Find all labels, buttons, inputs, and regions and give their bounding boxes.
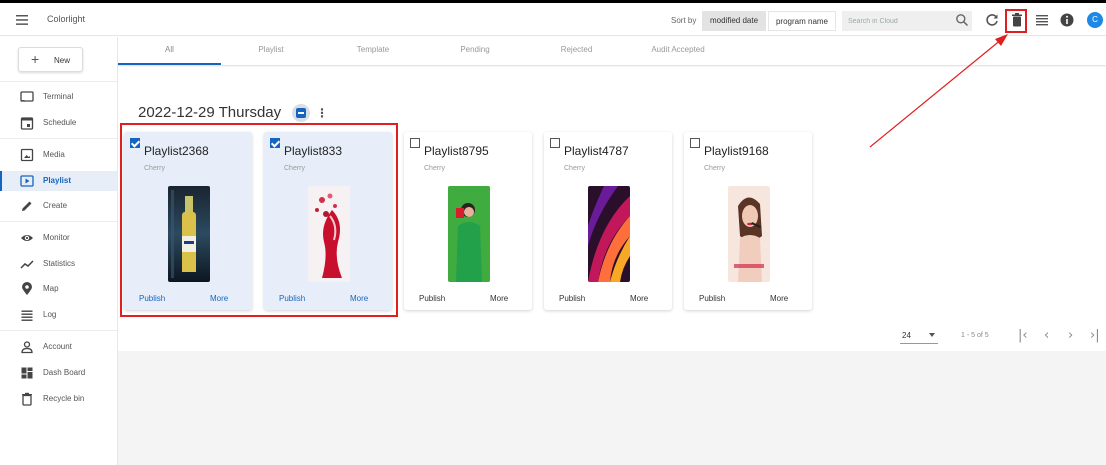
media-icon: [20, 148, 34, 162]
sidebar-item-label: Playlist: [43, 176, 72, 185]
user-avatar[interactable]: C: [1087, 12, 1103, 28]
sidebar-item-statistics[interactable]: Statistics: [0, 254, 117, 274]
sidebar: + New Terminal Schedule Media Playlist C…: [0, 37, 118, 465]
sidebar-item-label: Statistics: [43, 259, 76, 268]
select-group-toggle[interactable]: [292, 104, 310, 122]
nav-divider: [0, 330, 117, 331]
recycle-bin-icon: [22, 392, 32, 406]
card-checkbox[interactable]: [410, 138, 420, 148]
nav-divider: [0, 81, 117, 82]
top-border: [0, 0, 1106, 3]
page-size-select[interactable]: 24: [902, 331, 911, 340]
card-title: Playlist9168: [704, 144, 769, 158]
more-button[interactable]: More: [630, 294, 648, 303]
sort-program-name-button[interactable]: program name: [768, 11, 836, 31]
tab-playlist[interactable]: Playlist: [221, 37, 321, 66]
sidebar-item-terminal[interactable]: Terminal: [0, 87, 117, 107]
sidebar-item-label: Create: [43, 201, 68, 210]
sidebar-item-label: Recycle bin: [43, 394, 85, 403]
playlist-card[interactable]: Playlist9168 Cherry Publish More: [684, 132, 812, 310]
annotation-arrow: [869, 34, 1008, 148]
sidebar-item-label: Dash Board: [43, 368, 86, 377]
pagination: 24 1 - 5 of 5 |‹ ‹ › ›|: [118, 321, 1106, 351]
sidebar-item-label: Schedule: [43, 118, 77, 127]
sidebar-item-map[interactable]: Map: [0, 279, 117, 299]
card-owner: Cherry: [424, 165, 446, 172]
page-range-label: 1 - 5 of 5: [961, 332, 989, 339]
active-tab-indicator: [118, 63, 221, 65]
new-button-label: New: [54, 56, 71, 65]
card-thumbnail: [448, 186, 490, 282]
card-thumbnail: [588, 186, 630, 282]
previous-page-icon[interactable]: ‹: [1044, 328, 1049, 343]
sort-label: Sort by: [671, 16, 697, 25]
card-owner: Cherry: [704, 165, 726, 172]
account-icon: [21, 341, 33, 354]
log-icon: [21, 310, 33, 321]
schedule-icon: [20, 117, 34, 130]
plus-icon: +: [31, 51, 40, 67]
list-view-icon[interactable]: [1034, 12, 1050, 28]
more-vert-icon[interactable]: ⋮: [316, 106, 328, 120]
sidebar-item-label: Monitor: [43, 233, 70, 242]
first-page-icon[interactable]: |‹: [1018, 328, 1028, 343]
nav-divider: [0, 221, 117, 222]
map-pin-icon: [22, 282, 32, 295]
playlist-card[interactable]: Playlist8795 Cherry Publish More: [404, 132, 532, 310]
tab-rejected[interactable]: Rejected: [525, 37, 628, 66]
card-title: Playlist8795: [424, 144, 489, 158]
page-size-underline: [900, 343, 938, 344]
sidebar-item-label: Account: [43, 342, 72, 351]
pencil-icon: [22, 201, 32, 211]
dashboard-icon: [21, 367, 33, 379]
sidebar-item-dashboard[interactable]: Dash Board: [0, 363, 117, 383]
next-page-icon[interactable]: ›: [1068, 328, 1073, 343]
card-owner: Cherry: [564, 165, 586, 172]
publish-button[interactable]: Publish: [699, 294, 725, 303]
sidebar-item-recycle-bin[interactable]: Recycle bin: [0, 389, 117, 409]
selection-highlight-box: [120, 123, 398, 317]
more-button[interactable]: More: [770, 294, 788, 303]
eye-icon: [21, 235, 33, 241]
card-checkbox[interactable]: [690, 138, 700, 148]
playlist-icon: [20, 175, 34, 187]
tab-template[interactable]: Template: [321, 37, 425, 66]
tab-audit-accepted[interactable]: Audit Accepted: [628, 37, 728, 66]
sidebar-item-label: Media: [43, 150, 65, 159]
sidebar-item-create[interactable]: Create: [0, 196, 117, 216]
sidebar-item-label: Log: [43, 310, 57, 319]
nav-divider: [0, 138, 117, 139]
sort-modified-date-button[interactable]: modified date: [702, 11, 766, 31]
sidebar-item-schedule[interactable]: Schedule: [0, 113, 117, 133]
hamburger-menu-icon[interactable]: [14, 12, 30, 28]
playlist-card[interactable]: Playlist4787 Cherry Publish More: [544, 132, 672, 310]
more-button[interactable]: More: [490, 294, 508, 303]
card-checkbox[interactable]: [550, 138, 560, 148]
trend-icon: [20, 260, 34, 269]
terminal-icon: [20, 91, 34, 102]
chevron-down-icon[interactable]: [929, 333, 935, 337]
sidebar-item-account[interactable]: Account: [0, 337, 117, 357]
minus-icon: [296, 108, 306, 118]
sidebar-item-playlist[interactable]: Playlist: [0, 171, 117, 191]
tab-all[interactable]: All: [118, 37, 221, 66]
card-title: Playlist4787: [564, 144, 629, 158]
sidebar-item-log[interactable]: Log: [0, 305, 117, 325]
sidebar-item-label: Map: [43, 284, 59, 293]
sidebar-item-media[interactable]: Media: [0, 145, 117, 165]
app-title: Colorlight: [47, 14, 86, 24]
info-icon[interactable]: [1059, 12, 1075, 28]
sidebar-item-monitor[interactable]: Monitor: [0, 228, 117, 248]
date-group-heading: 2022-12-29 Thursday: [138, 104, 282, 121]
publish-button[interactable]: Publish: [559, 294, 585, 303]
publish-button[interactable]: Publish: [419, 294, 445, 303]
new-button[interactable]: + New: [18, 47, 83, 72]
last-page-icon[interactable]: ›|: [1090, 328, 1100, 343]
card-thumbnail: [728, 186, 770, 282]
sidebar-item-label: Terminal: [43, 92, 74, 101]
tab-pending[interactable]: Pending: [425, 37, 525, 66]
